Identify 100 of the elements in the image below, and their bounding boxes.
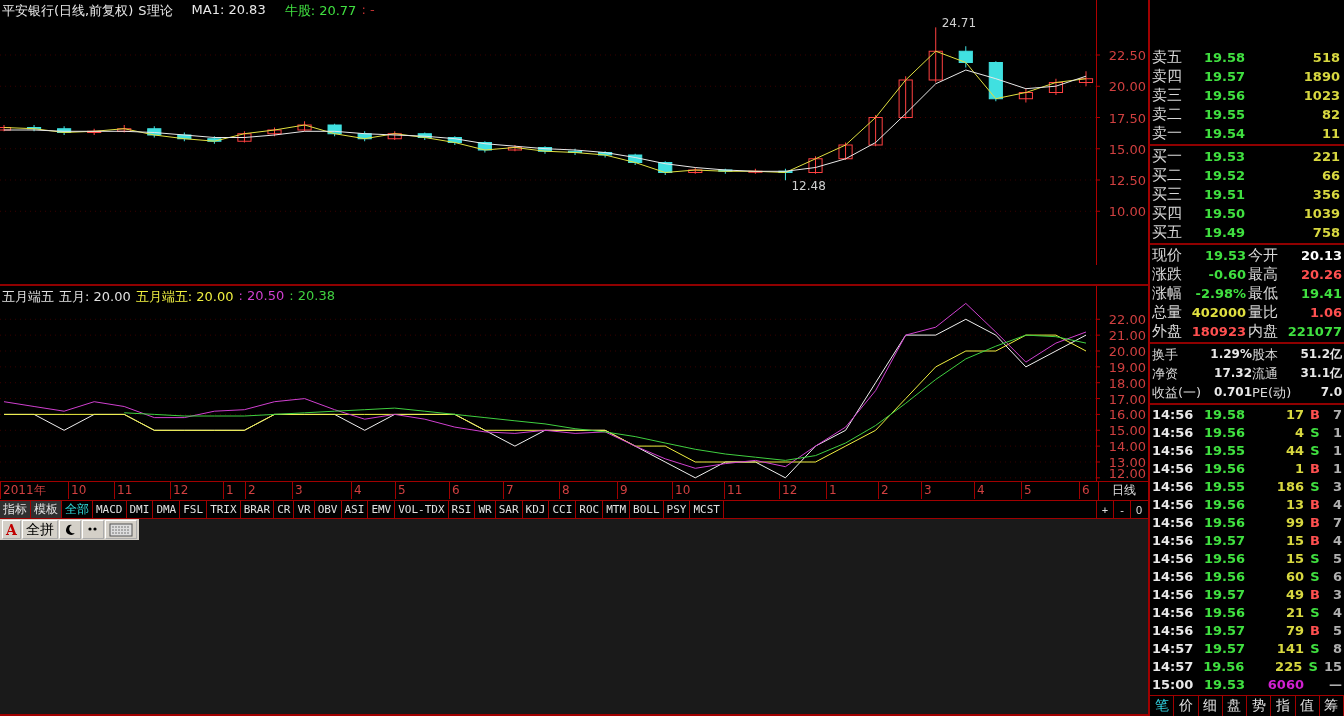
fundamental-value: 1.29% [1209, 347, 1252, 362]
order-volume: 82 [1320, 106, 1340, 122]
trade-time: 14:56 [1152, 479, 1195, 495]
time-label: 2 [878, 482, 889, 499]
order-label: 卖五 [1152, 47, 1183, 67]
trade-price: 19.56 [1204, 461, 1247, 477]
stock-title: 平安银行(日线,前复权) [2, 2, 134, 20]
order-price: 19.50 [1204, 205, 1247, 221]
trade-count: 1 [1331, 425, 1342, 441]
order-price: 19.53 [1204, 148, 1247, 164]
trade-count: 1 [1331, 461, 1342, 477]
trade-time: 14:56 [1152, 569, 1195, 585]
trade-price: 19.56 [1204, 605, 1247, 621]
quote-label: 涨跌 [1152, 264, 1183, 284]
time-label: 11 [114, 482, 133, 499]
quote-value: 19.53 [1203, 247, 1246, 263]
axis-label: 16.00 [1108, 407, 1146, 423]
legend-value: 五月端五: 20.00 [135, 288, 234, 306]
trade-volume: 60 [1284, 569, 1304, 585]
trade-time: 14:56 [1152, 587, 1195, 603]
time-label: 9 [617, 482, 628, 499]
order-price: 19.49 [1204, 224, 1247, 240]
time-label: 10 [68, 482, 87, 499]
order-volume: 518 [1311, 49, 1340, 65]
axis-label: 22.50 [1108, 48, 1146, 63]
trade-count: 7 [1331, 407, 1342, 423]
order-volume: 758 [1311, 224, 1340, 240]
period-label: 日线 [1111, 482, 1136, 499]
time-label: 4 [351, 482, 362, 499]
trade-volume: 21 [1284, 605, 1304, 621]
axis-label: 15.00 [1108, 423, 1146, 439]
axis-label: 22.00 [1108, 312, 1146, 328]
trade-side: B [1309, 407, 1321, 423]
time-label: 1 [223, 482, 234, 499]
trade-time: 14:56 [1152, 443, 1195, 459]
time-label: 2011年 [0, 482, 46, 499]
trade-price: 19.56 [1204, 569, 1247, 585]
order-price: 19.52 [1204, 167, 1247, 183]
trade-time: 14:56 [1152, 425, 1195, 441]
order-volume: 356 [1311, 186, 1340, 202]
trade-count: 5 [1331, 551, 1342, 567]
time-label: 11 [724, 482, 743, 499]
fundamental-value: 31.1亿 [1299, 364, 1342, 382]
axis-label: 20.00 [1108, 344, 1146, 359]
order-label: 买三 [1152, 184, 1183, 204]
trade-volume: 4 [1293, 425, 1304, 441]
time-label: 4 [974, 482, 985, 499]
trade-time: 14:56 [1152, 407, 1195, 423]
time-label: 6 [449, 482, 460, 499]
trade-side: S [1307, 659, 1319, 675]
trade-volume: 79 [1284, 623, 1304, 639]
order-volume: 221 [1311, 148, 1340, 164]
fundamental-label: 收益(一) [1152, 383, 1203, 402]
fundamental-label: 换手 [1152, 345, 1179, 364]
trade-count: 3 [1331, 479, 1342, 495]
quote-value: 20.26 [1299, 266, 1342, 282]
trade-price: 19.55 [1204, 479, 1247, 495]
trade-volume: 13 [1284, 497, 1304, 513]
trade-time: 14:56 [1152, 533, 1195, 549]
order-volume: 11 [1320, 125, 1340, 141]
trade-count: 4 [1331, 533, 1342, 549]
order-label: 买四 [1152, 203, 1183, 223]
legend-value: : 20.50 [238, 288, 285, 305]
trade-price: 19.56 [1204, 425, 1247, 441]
trade-side: S [1309, 479, 1321, 495]
fundamental-label: 流通 [1252, 364, 1279, 383]
trade-volume: 6060 [1266, 677, 1304, 693]
order-price: 19.55 [1204, 106, 1247, 122]
axis-label: 14.00 [1108, 439, 1146, 455]
trade-side: B [1309, 587, 1321, 603]
axis-label: 17.00 [1108, 391, 1146, 407]
quote-value: 402000 [1190, 304, 1246, 320]
time-label: 5 [1021, 482, 1032, 499]
trade-time: 14:56 [1152, 497, 1195, 513]
time-label: 12 [170, 482, 189, 499]
quote-label: 总量 [1152, 302, 1183, 322]
order-label: 买一 [1152, 146, 1183, 166]
axis-label: 12.50 [1108, 173, 1146, 188]
time-label: 3 [921, 482, 932, 499]
indicator-name: 五月端五 [2, 288, 54, 306]
fundamental-value: 0.701 [1213, 385, 1252, 400]
quote-value: 221077 [1286, 323, 1342, 339]
trade-price: 19.56 [1203, 659, 1246, 675]
fundamental-value: 7.0 [1319, 385, 1342, 400]
order-price: 19.51 [1204, 186, 1247, 202]
trade-count: 4 [1331, 605, 1342, 621]
order-label: 买二 [1152, 165, 1183, 185]
trade-volume: 1 [1293, 461, 1304, 477]
fundamental-value: 51.2亿 [1299, 345, 1342, 363]
axis-label: 21.00 [1108, 328, 1146, 344]
trade-volume: 44 [1284, 443, 1304, 459]
time-label: 7 [503, 482, 514, 499]
quote-label: 最高 [1248, 264, 1279, 284]
trade-count: 1 [1331, 443, 1342, 459]
legend-value: : 20.38 [289, 288, 335, 305]
trade-count: 6 [1331, 569, 1342, 585]
trade-volume: 49 [1284, 587, 1304, 603]
time-label: 2 [245, 482, 256, 499]
quote-label: 外盘 [1152, 321, 1183, 341]
time-label: 10 [672, 482, 691, 499]
